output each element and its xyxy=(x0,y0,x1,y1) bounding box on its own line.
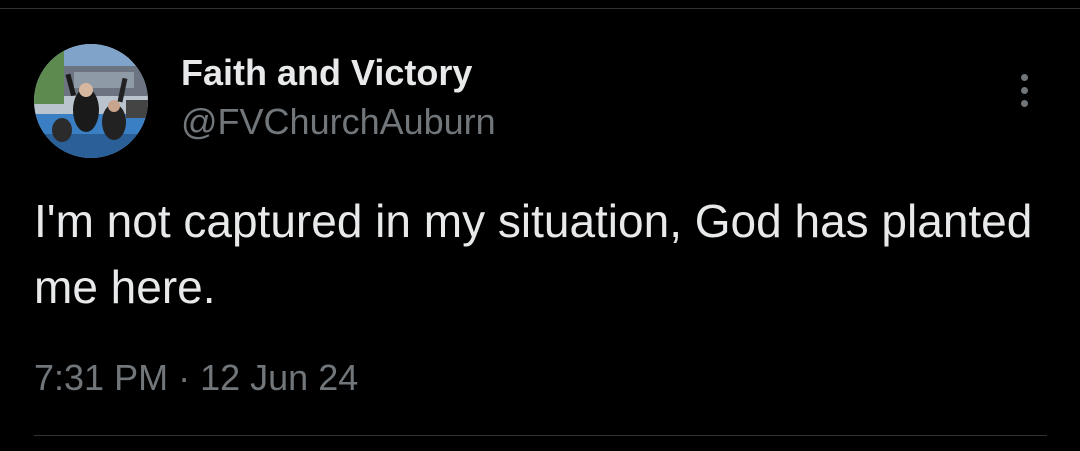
bottom-divider xyxy=(34,435,1047,436)
more-vertical-icon xyxy=(1020,99,1028,107)
meta-separator: · xyxy=(178,357,191,398)
tweet-metadata: 7:31 PM · 12 Jun 24 xyxy=(34,356,358,400)
more-options-button[interactable] xyxy=(1004,68,1044,112)
more-vertical-icon xyxy=(1020,73,1028,81)
avatar[interactable] xyxy=(34,44,148,158)
top-divider xyxy=(0,8,1080,9)
tweet-date[interactable]: 12 Jun 24 xyxy=(200,357,358,398)
profile-photo-icon xyxy=(34,44,148,158)
more-vertical-icon xyxy=(1020,86,1028,94)
tweet-text: I'm not captured in my situation, God ha… xyxy=(34,195,1033,313)
author-display-name[interactable]: Faith and Victory xyxy=(181,52,472,94)
author-handle[interactable]: @FVChurchAuburn xyxy=(181,100,496,144)
tweet-time[interactable]: 7:31 PM xyxy=(34,357,168,398)
